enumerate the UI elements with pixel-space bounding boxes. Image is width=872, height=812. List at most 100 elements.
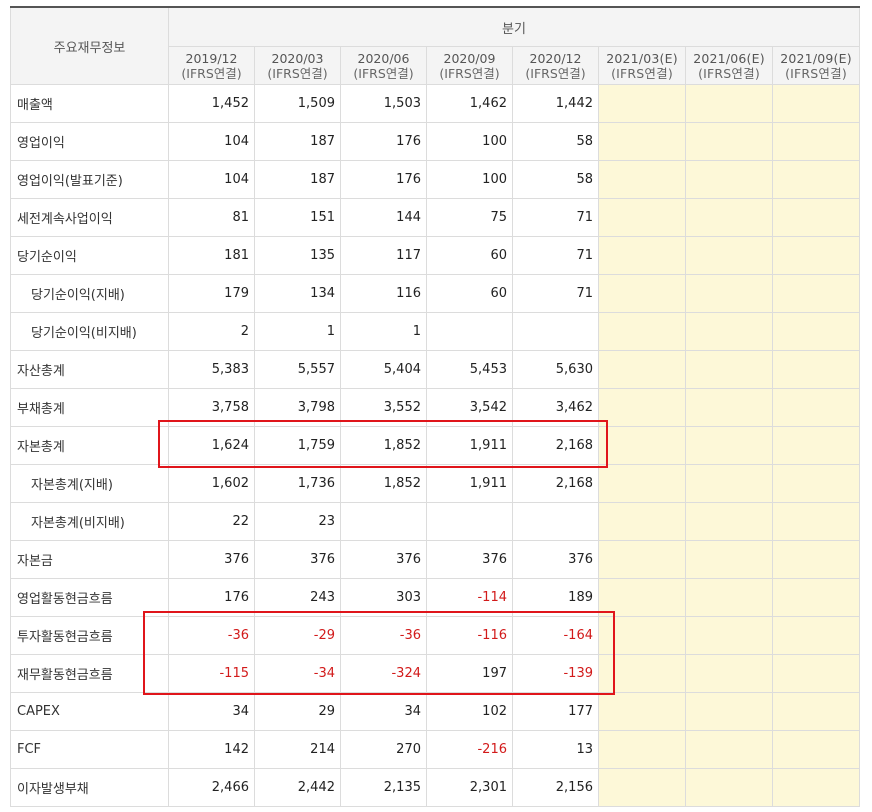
table-row: 영업이익 104 187 176 100 58 [10, 122, 860, 161]
value-cell: 5,630 [512, 350, 599, 389]
estimate-cell [598, 578, 686, 617]
estimate-cell [685, 198, 773, 237]
column-type: (IFRS연결) [439, 65, 500, 81]
value-cell: 3,542 [426, 388, 513, 427]
estimate-cell [772, 350, 860, 389]
estimate-cell [772, 730, 860, 769]
estimate-cell [685, 84, 773, 123]
value-cell: -36 [340, 616, 427, 655]
value-cell: 100 [426, 160, 513, 199]
table-row: 이자발생부채 2,466 2,442 2,135 2,301 2,156 [10, 768, 860, 807]
value-cell: -115 [168, 654, 255, 693]
row-label: 당기순이익(지배) [10, 274, 169, 313]
estimate-cell [598, 654, 686, 693]
period-header: 분기 [168, 6, 860, 47]
value-cell: 135 [254, 236, 341, 275]
row-label: 자본총계 [10, 426, 169, 465]
value-cell: 270 [340, 730, 427, 769]
value-cell: 151 [254, 198, 341, 237]
estimate-cell [685, 654, 773, 693]
value-cell: 1,452 [168, 84, 255, 123]
value-cell: 1,852 [340, 426, 427, 465]
value-cell: 2,301 [426, 768, 513, 807]
column-header-estimate: 2021/03(E) (IFRS연결) [598, 46, 686, 85]
value-cell: 214 [254, 730, 341, 769]
value-cell: 144 [340, 198, 427, 237]
column-header: 2020/03 (IFRS연결) [254, 46, 341, 85]
column-type: (IFRS연결) [267, 65, 328, 81]
table-row: 재무활동현금흐름 -115 -34 -324 197 -139 [10, 654, 860, 693]
estimate-cell [772, 540, 860, 579]
table-row: 자본총계(지배) 1,602 1,736 1,852 1,911 2,168 [10, 464, 860, 503]
value-cell: -324 [340, 654, 427, 693]
value-cell: 13 [512, 730, 599, 769]
value-cell [426, 312, 513, 351]
estimate-cell [685, 692, 773, 731]
value-cell: 1,759 [254, 426, 341, 465]
table-row: CAPEX 34 29 34 102 177 [10, 692, 860, 731]
table-row: 당기순이익 181 135 117 60 71 [10, 236, 860, 275]
column-type: (IFRS연결) [785, 65, 847, 81]
value-cell: 176 [168, 578, 255, 617]
table-row: 투자활동현금흐름 -36 -29 -36 -116 -164 [10, 616, 860, 655]
table-row: 자본총계 1,624 1,759 1,852 1,911 2,168 [10, 426, 860, 465]
value-cell [340, 502, 427, 541]
value-cell: 1 [340, 312, 427, 351]
row-label: 영업이익(발표기준) [10, 160, 169, 199]
value-cell: 2 [168, 312, 255, 351]
value-cell: 58 [512, 122, 599, 161]
value-cell: 1,911 [426, 426, 513, 465]
value-cell: 2,168 [512, 464, 599, 503]
row-label: 부채총계 [10, 388, 169, 427]
value-cell: 1,911 [426, 464, 513, 503]
value-cell: 376 [340, 540, 427, 579]
row-label: CAPEX [10, 692, 169, 731]
value-cell: 176 [340, 160, 427, 199]
row-label: 자산총계 [10, 350, 169, 389]
column-date: 2019/12 [185, 50, 238, 66]
row-header-label: 주요재무정보 [10, 6, 169, 85]
column-date: 2021/03(E) [606, 50, 678, 66]
row-label: 자본총계(비지배) [10, 502, 169, 541]
estimate-cell [598, 274, 686, 313]
row-label: 이자발생부채 [10, 768, 169, 807]
estimate-cell [772, 654, 860, 693]
value-cell: 104 [168, 122, 255, 161]
estimate-cell [598, 540, 686, 579]
estimate-cell [685, 388, 773, 427]
table-row: 세전계속사업이익 81 151 144 75 71 [10, 198, 860, 237]
estimate-cell [772, 122, 860, 161]
estimate-cell [598, 502, 686, 541]
value-cell: -34 [254, 654, 341, 693]
value-cell: 1,503 [340, 84, 427, 123]
value-cell: -164 [512, 616, 599, 655]
estimate-cell [598, 692, 686, 731]
value-cell: 23 [254, 502, 341, 541]
value-cell: 181 [168, 236, 255, 275]
value-cell: 142 [168, 730, 255, 769]
column-header-estimate: 2021/09(E) (IFRS연결) [772, 46, 860, 85]
value-cell: 29 [254, 692, 341, 731]
estimate-cell [772, 464, 860, 503]
estimate-cell [685, 274, 773, 313]
value-cell [512, 312, 599, 351]
value-cell: 187 [254, 160, 341, 199]
estimate-cell [685, 768, 773, 807]
value-cell: 1,602 [168, 464, 255, 503]
value-cell: 71 [512, 198, 599, 237]
estimate-cell [685, 122, 773, 161]
row-label: 매출액 [10, 84, 169, 123]
column-date: 2020/03 [271, 50, 324, 66]
value-cell: 2,442 [254, 768, 341, 807]
row-label: 투자활동현금흐름 [10, 616, 169, 655]
column-type: (IFRS연결) [181, 65, 242, 81]
value-cell: -139 [512, 654, 599, 693]
table-row: 당기순이익(지배) 179 134 116 60 71 [10, 274, 860, 313]
estimate-cell [598, 84, 686, 123]
table-row: 매출액 1,452 1,509 1,503 1,462 1,442 [10, 84, 860, 123]
estimate-cell [772, 388, 860, 427]
financial-summary-table: 주요재무정보 분기 2019/12 (IFRS연결) 2020/03 (IFRS연결… [10, 6, 860, 807]
estimate-cell [598, 160, 686, 199]
value-cell: 187 [254, 122, 341, 161]
estimate-cell [772, 616, 860, 655]
